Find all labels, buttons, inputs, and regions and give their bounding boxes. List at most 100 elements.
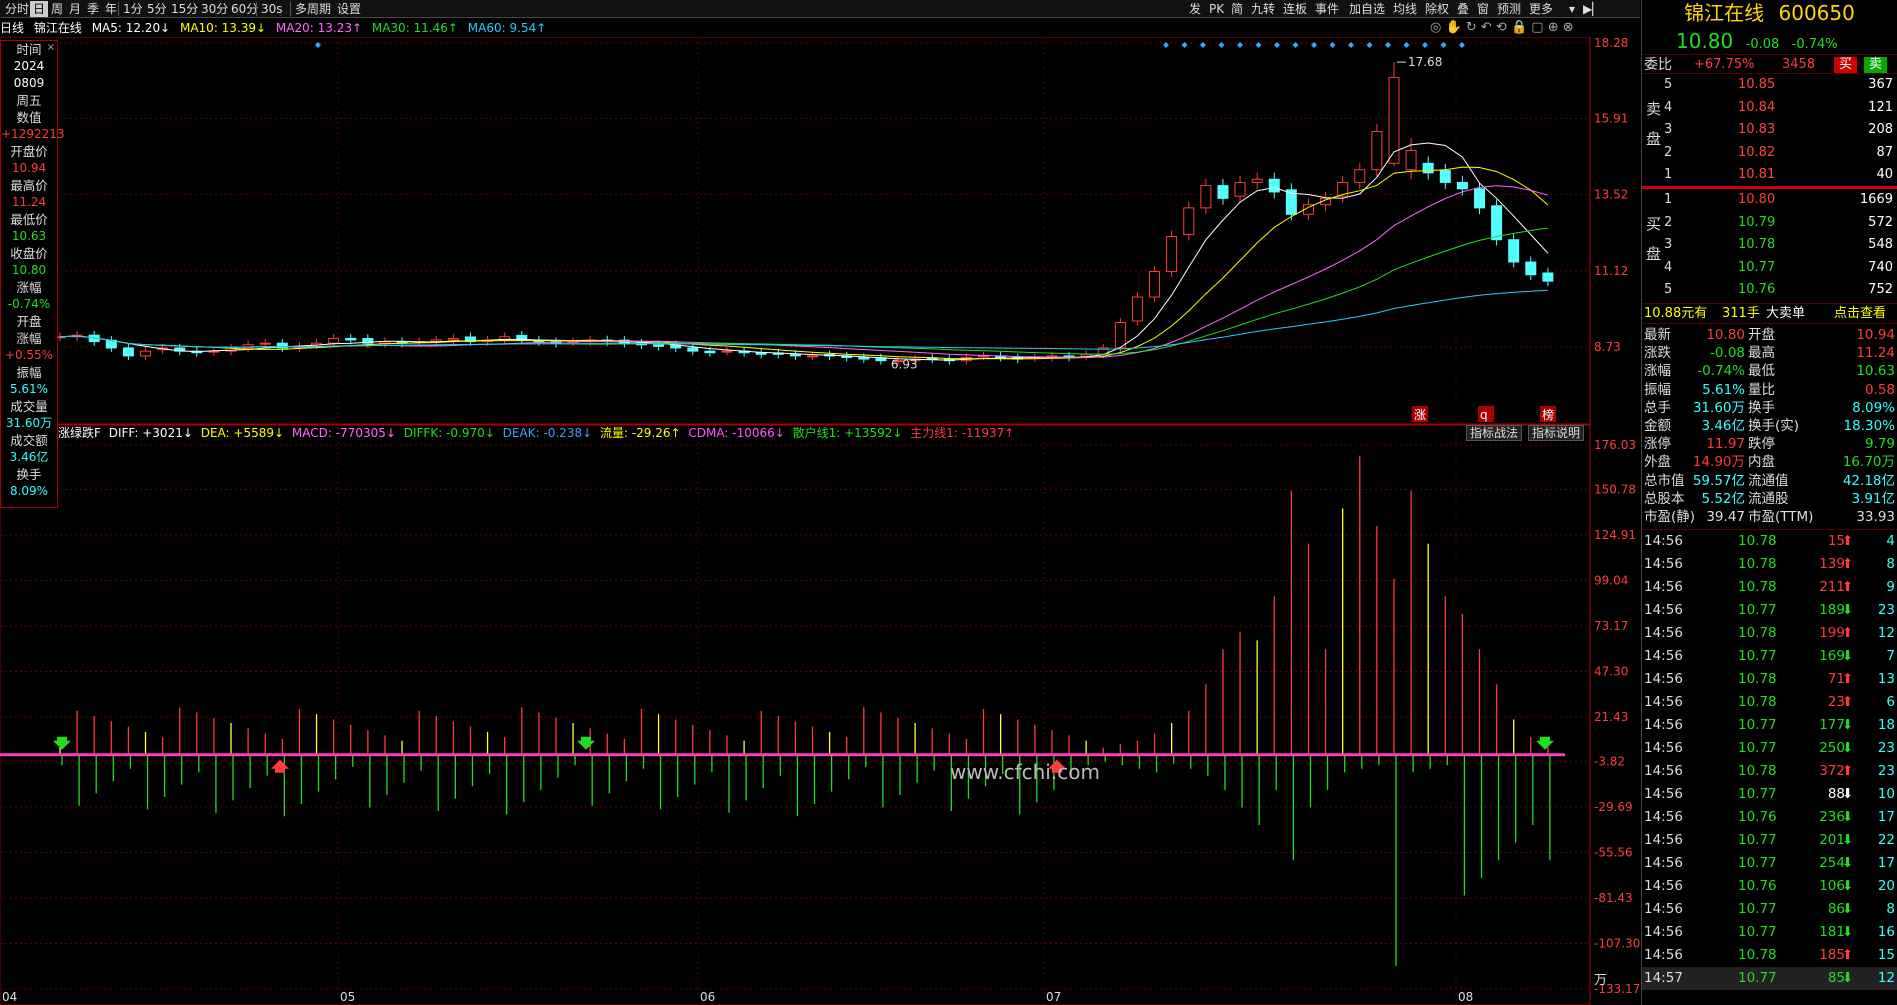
high-price-label: 17.68 — [1408, 55, 1442, 69]
arrow-icon[interactable]: ▶▏ — [1580, 1, 1604, 17]
info-value-6: 10.63 — [11, 229, 47, 243]
tick-row: 14:57 10.77 85 ⬇ 12 — [1642, 967, 1897, 990]
sub-axis-label: -55.56 — [1594, 845, 1633, 859]
down-arrow-icon: ⬇ — [1842, 786, 1854, 802]
info-value-13: 3.46亿 — [9, 450, 49, 464]
tick-time: 14:56 — [1644, 533, 1683, 549]
main-line-value: 主力线1: -11937↑ — [910, 426, 1015, 440]
tab-12[interactable]: 多周期 — [292, 1, 334, 17]
toolbar-right-item-7[interactable]: 均线 — [1390, 1, 1420, 17]
tick-price: 10.78 — [1738, 556, 1777, 572]
candle-body — [328, 337, 340, 344]
stat-label: 总市值 — [1644, 472, 1685, 489]
candle-body — [1114, 321, 1126, 349]
toolbar-right-item-1[interactable]: PK — [1206, 1, 1227, 17]
stat-label: 涨跌 — [1644, 345, 1671, 362]
stats-table: 最新 10.80 开盘 10.94 涨跌 -0.08 最高 11.24 涨幅 -0.74% 最低 10… — [1642, 324, 1897, 530]
tab-8[interactable]: 15分 — [168, 1, 201, 17]
info-label-4: 开盘价 — [10, 144, 48, 159]
tab-2[interactable]: 周 — [48, 1, 66, 17]
toolbar-right-item-8[interactable]: 除权 — [1422, 1, 1452, 17]
info-label-3: 数值 — [16, 110, 42, 125]
tick-count: 23 — [1877, 740, 1895, 756]
stat-label: 总手 — [1644, 399, 1671, 416]
restore-icon[interactable]: ⟲ — [1496, 20, 1507, 35]
toolbar-right-item-0[interactable]: 发 — [1186, 1, 1204, 17]
toolbar-right-item-11[interactable]: 预测 — [1494, 1, 1524, 17]
tab-4[interactable]: 季 — [84, 1, 102, 17]
tick-price: 10.77 — [1738, 970, 1777, 986]
toolbar-right-item-3[interactable]: 九转 — [1248, 1, 1278, 17]
tab-7[interactable]: 5分 — [144, 1, 170, 17]
down-arrow-icon — [577, 736, 595, 750]
tab-3[interactable]: 月 — [66, 1, 84, 17]
tick-price: 10.76 — [1738, 809, 1777, 825]
toolbar-right-item-2[interactable]: 简 — [1228, 1, 1246, 17]
more-arrow-icon[interactable]: ▾ — [1566, 1, 1578, 17]
big-order-row[interactable]: 10.88元有 311手 大卖单 点击查看 — [1642, 304, 1897, 324]
candle-body — [1473, 188, 1485, 209]
candle-body — [1251, 178, 1263, 183]
up-arrow-icon: ⬆ — [1842, 533, 1854, 549]
big-order-link[interactable]: 点击查看 — [1834, 304, 1886, 324]
tick-time: 14:56 — [1644, 901, 1683, 917]
indicator-name[interactable]: 涨绿跌F — [58, 426, 101, 440]
toolbar-right-item-5[interactable]: 事件 — [1312, 1, 1342, 17]
ask-row: 4 10.84 121 — [1642, 97, 1897, 120]
toolbar-right-item-10[interactable]: 窗 — [1474, 1, 1492, 17]
candle-body — [1456, 181, 1468, 190]
undo-icon[interactable]: ↶ — [1481, 20, 1492, 35]
bid-price: 10.79 — [1738, 214, 1776, 230]
candle-body — [1354, 169, 1366, 183]
info-value-12: 31.60万 — [5, 416, 53, 430]
info-label-14: 换手 — [16, 467, 42, 482]
ask-volume: 87 — [1876, 144, 1893, 160]
ask-level: 5 — [1664, 77, 1673, 92]
hand-icon[interactable]: ✋ — [1445, 20, 1461, 35]
candle-body — [721, 350, 733, 353]
candle-body — [1405, 150, 1417, 171]
weibi-row: 委比 +67.75% 3458 买 卖 — [1642, 54, 1897, 74]
indicator-help-button[interactable]: 指标说明 — [1528, 425, 1585, 441]
zoom-in-icon[interactable]: ⊕ — [1548, 20, 1559, 35]
down-arrow-icon: ⬇ — [1842, 970, 1854, 986]
tick-price: 10.77 — [1738, 648, 1777, 664]
stat-value: 3.46亿 — [1701, 417, 1745, 434]
info-value-11: 5.61% — [9, 382, 49, 396]
bottom-mark: q — [1480, 408, 1488, 422]
eye-icon[interactable]: ◎ — [1430, 20, 1441, 35]
buy-button[interactable]: 买 — [1834, 57, 1858, 73]
info-label-6: 最低价 — [10, 212, 48, 227]
window-icon[interactable]: ▢ — [1531, 20, 1543, 35]
close-icon[interactable]: × — [47, 39, 55, 56]
tab-13[interactable]: 设置 — [334, 1, 364, 17]
stat-row: 振幅 5.61% 量比 0.58 — [1642, 381, 1897, 399]
cycle-icon[interactable]: ↻ — [1466, 20, 1477, 35]
close-icon[interactable]: ⊗ — [1563, 20, 1574, 35]
toolbar-right-item-6[interactable]: 加自选 — [1346, 1, 1388, 17]
weibi-value: +67.75% — [1694, 57, 1755, 72]
tab-1[interactable]: 日 — [30, 1, 49, 17]
price-axis-label: 18.28 — [1594, 37, 1628, 50]
info-value-1: 0809 — [13, 76, 45, 90]
tab-11[interactable]: 30s — [258, 1, 286, 17]
tick-price: 10.77 — [1738, 786, 1777, 802]
ask-level: 4 — [1664, 99, 1673, 115]
toolbar-right-item-4[interactable]: 连板 — [1280, 1, 1310, 17]
stat-label: 量比 — [1748, 381, 1775, 398]
price-change-pct: -0.74% — [1791, 37, 1838, 52]
tab-6[interactable]: 1分 — [120, 1, 146, 17]
indicator-strategy-button[interactable]: 指标战法 — [1466, 425, 1523, 441]
tab-9[interactable]: 30分 — [198, 1, 231, 17]
price-axis-label: 15.91 — [1594, 111, 1628, 125]
sell-button[interactable]: 卖 — [1864, 57, 1888, 73]
toolbar-right-item-12[interactable]: 更多 — [1526, 1, 1556, 17]
stat-row: 涨停 11.97 跌停 9.79 — [1642, 435, 1897, 453]
tab-0[interactable]: 分时 — [2, 1, 32, 17]
info-label-5: 最高价 — [10, 178, 48, 193]
stat-value: 11.24 — [1856, 345, 1895, 362]
toolbar-right-item-9[interactable]: 叠 — [1454, 1, 1472, 17]
sub-axis-label: 124.91 — [1594, 528, 1636, 542]
kline-chart[interactable]: 18.28 15.91 13.52 11.12 8.73 176.03 150.78 124.… — [0, 37, 1640, 1005]
lock-icon[interactable]: 🔒 — [1511, 20, 1527, 35]
